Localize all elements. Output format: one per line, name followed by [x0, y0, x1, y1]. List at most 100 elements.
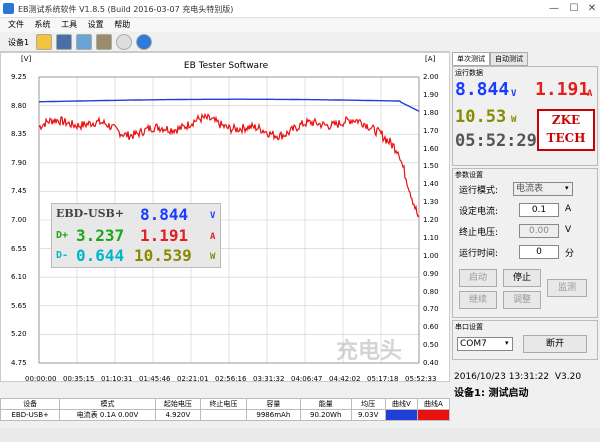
x-tick-label: 03:31:32 — [253, 375, 285, 383]
stopv-label: 终止电压: — [459, 228, 499, 238]
y-left-tick-label: 8.80 — [11, 101, 27, 110]
datetime-text: 2016/10/23 13:31:22 V3.20 — [454, 372, 582, 382]
stopv-input[interactable]: 0.00 — [519, 224, 559, 238]
menu-settings[interactable]: 设置 — [88, 18, 104, 32]
y-right-tick-label: 1.40 — [423, 180, 439, 189]
stopv-unit: V — [565, 225, 572, 235]
menu-system[interactable]: 系统 — [35, 18, 51, 32]
open-folder-icon[interactable] — [36, 34, 52, 50]
maximize-icon[interactable]: ☐ — [565, 2, 583, 16]
continue-button[interactable]: 继续 — [459, 291, 497, 309]
zke-logo: ZKE TECH — [537, 109, 595, 151]
y-right-tick-label: 1.20 — [423, 216, 439, 224]
realtime-voltage: 8.844 — [455, 79, 510, 100]
x-tick-label: 05:17:18 — [367, 375, 399, 383]
stop-button[interactable]: 停止 — [503, 269, 541, 287]
monitor-button[interactable]: 监测 — [547, 279, 587, 297]
mode-select[interactable]: 电流表 — [513, 182, 573, 196]
table-header-cell: 容量 — [245, 398, 301, 410]
x-tick-label: 02:56:16 — [215, 375, 247, 383]
tab-bar: 单次测试 自动测试 — [452, 52, 528, 66]
close-icon[interactable]: ✕ — [583, 2, 600, 16]
minimize-icon[interactable]: — — [545, 2, 563, 16]
chart-icon[interactable] — [76, 34, 92, 50]
tab-single-test[interactable]: 单次测试 — [452, 52, 490, 66]
table-cell — [384, 409, 418, 421]
menu-bar: 文件 系统 工具 设置 帮助 — [0, 18, 600, 32]
runtime-unit: 分 — [565, 249, 575, 259]
info-icon[interactable] — [136, 34, 152, 50]
table-header-cell: 均压 — [350, 398, 386, 410]
search-icon[interactable] — [116, 34, 132, 50]
setcur-label: 设定电流: — [459, 207, 499, 217]
realtime-power-unit: W — [511, 115, 517, 125]
y-right-tick-label: 0.70 — [423, 305, 439, 314]
save-icon[interactable] — [56, 34, 72, 50]
realtime-current-unit: A — [587, 89, 593, 99]
toolbar: 设备1 — [0, 32, 450, 52]
y-right-tick-label: 1.50 — [423, 162, 439, 171]
y-right-tick-label: 0.90 — [423, 269, 439, 278]
menu-help[interactable]: 帮助 — [114, 18, 130, 32]
y-right-tick-label: 1.60 — [423, 144, 439, 153]
chart-area: 充电头 EB Tester Software [V] [A] 9.25 8.80 8… — [0, 52, 450, 383]
setcur-unit: A — [565, 204, 572, 214]
port-chevron-down-icon[interactable]: ▾ — [505, 339, 509, 347]
realtime-power: 10.53 — [455, 107, 507, 127]
table-header-cell: 能量 — [299, 398, 352, 410]
overlay-dp-label: D+ — [56, 230, 69, 241]
y-left-unit: [V] — [21, 55, 32, 63]
y-right-tick-label: 1.30 — [423, 198, 439, 207]
overlay-dm-value: 0.644 — [76, 246, 125, 265]
realtime-voltage-unit: V — [511, 89, 517, 99]
y-right-tick-label: 0.50 — [423, 341, 439, 350]
y-left-tick-label: 7.00 — [11, 216, 27, 224]
tab-auto-test[interactable]: 自动测试 — [490, 52, 528, 66]
setcur-input[interactable]: 0.1 — [519, 203, 559, 217]
x-tick-label: 04:42:02 — [329, 375, 361, 383]
params-group: 参数设置 运行模式: 电流表 ▾ 设定电流: 0.1 A 终止电压: 0.00 … — [452, 168, 598, 318]
runtime-label: 运行时间: — [459, 249, 499, 259]
chevron-down-icon[interactable]: ▾ — [565, 184, 569, 192]
tools-icon[interactable] — [96, 34, 112, 50]
table-cell: 90.20Wh — [299, 409, 352, 421]
y-right-tick-label: 1.70 — [423, 126, 439, 135]
x-tick-label: 01:10:31 — [101, 375, 133, 383]
overlay-dm-label: D- — [56, 250, 69, 261]
adjust-button[interactable]: 调整 — [503, 291, 541, 309]
y-left-tick-label: 6.10 — [11, 273, 27, 282]
params-caption: 参数设置 — [455, 171, 483, 179]
status-text: 设备1: 测试启动 — [454, 388, 529, 399]
table-cell: 9986mAh — [245, 409, 301, 421]
start-button[interactable]: 启动 — [459, 269, 497, 287]
ebd-meter-overlay: EBD-USB+ D+ 3.237 D- 0.644 8.844 V 1.191… — [51, 203, 221, 268]
menu-tools[interactable]: 工具 — [61, 18, 77, 32]
results-table: 设备 模式 起始电压 终止电压 容量 能量 均压 曲线V 曲线A EBD-USB+ 电流表 0.1… — [0, 398, 451, 421]
overlay-current: 1.191 — [140, 226, 189, 245]
table-cell: EBD-USB+ — [0, 409, 61, 421]
menu-file[interactable]: 文件 — [8, 18, 24, 32]
y-right-tick-label: 2.00 — [423, 73, 439, 81]
y-left-tick-label: 5.65 — [11, 301, 27, 310]
y-left-tick-label: 6.55 — [11, 244, 27, 253]
device-label[interactable]: 设备1 — [8, 37, 29, 48]
x-tick-label: 02:21:01 — [177, 375, 209, 383]
table-header-row: 设备 模式 起始电压 终止电压 容量 能量 均压 曲线V 曲线A — [0, 398, 451, 410]
table-header-cell: 设备 — [0, 398, 61, 410]
overlay-model: EBD-USB+ — [56, 207, 125, 220]
disconnect-button[interactable]: 断开 — [523, 335, 587, 353]
table-row[interactable]: EBD-USB+ 电流表 0.1A 0.00V 4.920V 9986mAh 90.20… — [0, 409, 451, 421]
overlay-voltage-unit: V — [210, 211, 216, 221]
y-right-tick-label: 0.60 — [423, 323, 439, 332]
table-cell: 4.920V — [154, 409, 202, 421]
realtime-caption: 运行数据 — [455, 69, 483, 77]
x-tick-label: 01:45:46 — [139, 375, 171, 383]
overlay-power-unit: W — [210, 252, 216, 262]
table-cell: 9.03V — [350, 409, 386, 421]
table-cell: 电流表 0.1A 0.00V — [59, 409, 156, 421]
x-tick-label: 00:35:15 — [63, 375, 95, 383]
table-header-cell: 起始电压 — [154, 398, 202, 410]
runtime-input[interactable]: 0 — [519, 245, 559, 259]
watermark-text: 充电头 — [336, 338, 402, 364]
y-left-tick-label: 9.25 — [11, 73, 27, 81]
